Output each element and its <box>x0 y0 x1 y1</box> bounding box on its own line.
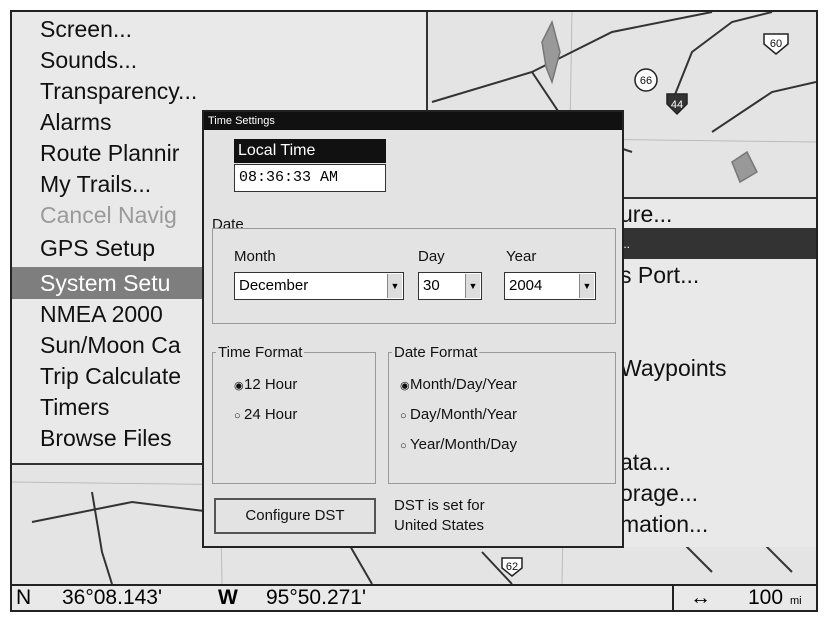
chevron-down-icon[interactable]: ▼ <box>387 274 402 298</box>
date-format-label: Date Format <box>392 344 480 361</box>
radio-unselected-icon: ○ <box>400 440 407 452</box>
menu-item-my-trails[interactable]: My Trails... <box>40 169 151 199</box>
time-format-label: Time Format <box>216 344 305 361</box>
road-label-62: 62 <box>506 561 518 573</box>
latitude-hemisphere: N <box>16 586 32 609</box>
day-label: Day <box>418 248 445 265</box>
submenu-item-information[interactable]: mation... <box>620 509 708 539</box>
chevron-down-icon[interactable]: ▼ <box>579 274 594 298</box>
radio-month-day-year[interactable]: ◉Month/Day/Year <box>400 376 517 393</box>
range-value: 100 <box>748 586 784 609</box>
dst-status-line2: United States <box>394 517 485 534</box>
radio-month-day-year-label: Month/Day/Year <box>410 376 518 393</box>
submenu-selection-highlight <box>608 228 816 259</box>
longitude-value: 95°50.271' <box>266 586 366 609</box>
dst-status-text: DST is set for United States <box>394 496 485 536</box>
radio-selected-icon: ◉ <box>400 380 410 392</box>
radio-year-month-day[interactable]: ○ Year/Month/Day <box>400 436 517 453</box>
range-unit: mi <box>790 595 802 607</box>
menu-item-transparency[interactable]: Transparency... <box>40 76 197 106</box>
time-settings-dialog: Time Settings Local Time 08:36:33 AM Dat… <box>202 110 624 548</box>
latitude-value: 36°08.143' <box>62 586 162 609</box>
year-label: Year <box>506 248 537 265</box>
radio-unselected-icon: ○ <box>234 410 241 422</box>
system-setup-submenu: ure... ... s Port... Waypoints ata... or… <box>606 197 816 547</box>
radio-24-hour[interactable]: ○ 24 Hour <box>234 406 297 423</box>
radio-12-hour[interactable]: ◉12 Hour <box>234 376 297 393</box>
road-label-60: 60 <box>770 38 782 50</box>
submenu-item-waypoints[interactable]: Waypoints <box>620 353 727 383</box>
radio-day-month-year-label: Day/Month/Year <box>410 406 518 423</box>
menu-item-alarms[interactable]: Alarms <box>40 107 112 137</box>
road-label-66: 66 <box>640 75 652 87</box>
day-select[interactable]: 30 ▼ <box>418 272 482 300</box>
submenu-item-data[interactable]: ata... <box>620 447 671 477</box>
menu-item-sounds[interactable]: Sounds... <box>40 45 137 75</box>
menu-item-sun-moon-calc[interactable]: Sun/Moon Ca <box>40 330 181 360</box>
month-select[interactable]: December ▼ <box>234 272 404 300</box>
horizontal-double-arrow-icon: ↔ <box>690 586 711 609</box>
dst-status-line1: DST is set for <box>394 497 485 514</box>
screenshot: 60 66 44 62 Screen... Sounds... Transpar… <box>0 0 826 617</box>
dialog-title: Time Settings <box>204 112 622 130</box>
radio-selected-icon: ◉ <box>234 380 244 392</box>
year-select[interactable]: 2004 ▼ <box>504 272 596 300</box>
day-value: 30 <box>423 277 440 294</box>
menu-item-screen[interactable]: Screen... <box>40 14 132 44</box>
menu-item-cancel-navigation: Cancel Navig <box>40 202 177 228</box>
range-indicator[interactable]: ↔ 100 mi <box>672 586 816 610</box>
radio-unselected-icon: ○ <box>400 410 407 422</box>
local-time-field[interactable]: 08:36:33 AM <box>234 164 386 192</box>
menu-item-nmea-2000[interactable]: NMEA 2000 <box>40 299 163 329</box>
month-label: Month <box>234 248 276 265</box>
menu-item-trip-calculator[interactable]: Trip Calculate <box>40 361 181 391</box>
menu-item-route-planning[interactable]: Route Plannir <box>40 138 179 168</box>
month-value: December <box>239 277 309 294</box>
local-time-label: Local Time <box>234 139 386 163</box>
submenu-item-port[interactable]: s Port... <box>620 260 699 290</box>
road-label-44: 44 <box>671 99 683 111</box>
radio-24-hour-label: 24 Hour <box>244 406 298 423</box>
longitude-hemisphere: W <box>218 586 238 609</box>
gps-display: 60 66 44 62 Screen... Sounds... Transpar… <box>10 10 818 612</box>
menu-item-gps-setup[interactable]: GPS Setup <box>40 233 155 263</box>
radio-12-hour-label: 12 Hour <box>244 376 298 393</box>
status-bar: N 36°08.143' W 95°50.271' ↔ 100 mi <box>12 584 816 610</box>
radio-year-month-day-label: Year/Month/Day <box>410 436 518 453</box>
menu-item-system-setup[interactable]: System Setu <box>40 268 170 298</box>
submenu-item-storage[interactable]: orage... <box>620 478 698 508</box>
menu-item-browse-files[interactable]: Browse Files <box>40 423 172 453</box>
menu-item-timers[interactable]: Timers <box>40 392 109 422</box>
submenu-item-1[interactable]: ure... <box>620 199 672 229</box>
chevron-down-icon[interactable]: ▼ <box>465 274 480 298</box>
radio-day-month-year[interactable]: ○ Day/Month/Year <box>400 406 517 423</box>
configure-dst-button[interactable]: Configure DST <box>214 498 376 534</box>
year-value: 2004 <box>509 277 543 294</box>
